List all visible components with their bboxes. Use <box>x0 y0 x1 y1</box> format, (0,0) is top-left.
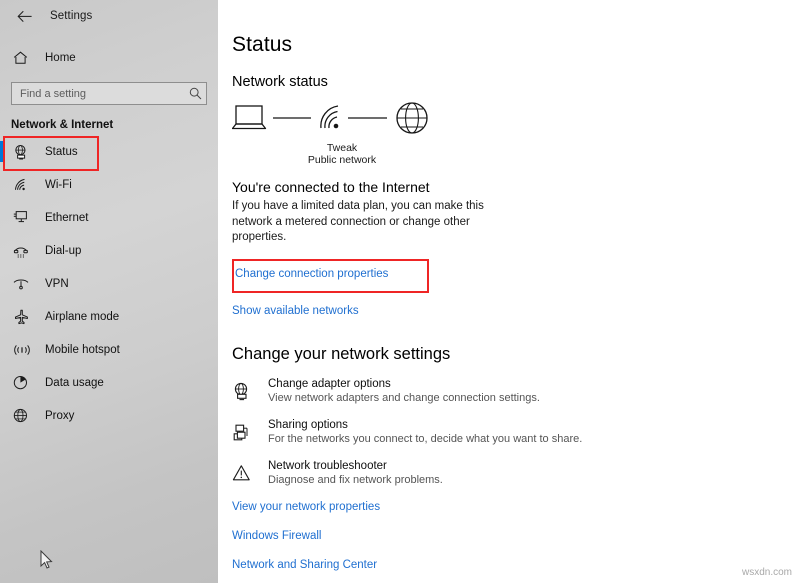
airplane-icon <box>13 307 33 327</box>
search-box[interactable] <box>11 82 207 105</box>
option-description: Diagnose and fix network problems. <box>268 474 443 486</box>
globe-icon <box>13 406 33 426</box>
search-input[interactable] <box>12 88 184 100</box>
option-change-adapter-options[interactable]: Change adapter options View network adap… <box>232 378 800 404</box>
sidebar-item-vpn-label: VPN <box>45 278 69 290</box>
sidebar-item-mobile-hotspot[interactable]: Mobile hotspot <box>0 333 218 366</box>
page-title: Status <box>232 33 800 57</box>
vpn-key-icon <box>13 274 33 294</box>
watermark: wsxdn.com <box>742 567 792 578</box>
sidebar-item-dialup-label: Dial-up <box>45 245 81 257</box>
network-status-heading: Network status <box>232 74 800 90</box>
change-connection-properties-link[interactable]: Change connection properties <box>235 268 388 280</box>
change-connection-properties-highlight: Change connection properties <box>232 259 425 289</box>
ethernet-monitor-icon <box>13 208 33 228</box>
sidebar-item-airplane-mode-label: Airplane mode <box>45 311 119 323</box>
option-sharing-options[interactable]: Sharing options For the networks you con… <box>232 419 800 445</box>
change-settings-heading: Change your network settings <box>232 345 800 364</box>
settings-window: Settings Home Network & Internet <box>0 0 800 583</box>
windows-firewall-link[interactable]: Windows Firewall <box>232 530 800 542</box>
sidebar-item-dialup[interactable]: Dial-up <box>0 234 218 267</box>
sidebar-item-airplane-mode[interactable]: Airplane mode <box>0 300 218 333</box>
status-globe-monitor-icon <box>13 142 33 162</box>
warning-triangle-icon <box>232 460 268 486</box>
sidebar-item-ethernet[interactable]: Ethernet <box>0 201 218 234</box>
dialup-phone-icon <box>13 241 33 261</box>
sharing-folders-icon <box>232 419 268 445</box>
adapter-globe-monitor-icon <box>232 378 268 404</box>
network-type: Public network <box>282 154 402 166</box>
title-bar: Settings <box>0 0 218 32</box>
pie-chart-icon <box>13 373 33 393</box>
sidebar-item-status[interactable]: Status <box>0 135 218 168</box>
network-options-list: Change adapter options View network adap… <box>232 378 800 486</box>
sidebar-item-data-usage-label: Data usage <box>45 377 104 389</box>
hotspot-broadcast-icon <box>13 340 33 360</box>
sidebar-nav-list: Status Wi-Fi <box>0 135 218 432</box>
option-title: Sharing options <box>268 419 582 431</box>
sidebar-item-ethernet-label: Ethernet <box>45 212 88 224</box>
network-diagram: Tweak Public network <box>232 102 442 162</box>
option-title: Change adapter options <box>268 378 540 390</box>
sidebar-item-mobile-hotspot-label: Mobile hotspot <box>45 344 120 356</box>
wifi-icon <box>13 175 33 195</box>
back-arrow-icon[interactable] <box>12 4 38 28</box>
connected-description: If you have a limited data plan, you can… <box>232 199 507 246</box>
sidebar-item-wifi[interactable]: Wi-Fi <box>0 168 218 201</box>
option-description: View network adapters and change connect… <box>268 392 540 404</box>
sidebar-item-wifi-label: Wi-Fi <box>45 179 72 191</box>
option-network-troubleshooter[interactable]: Network troubleshooter Diagnose and fix … <box>232 460 800 486</box>
sidebar-item-status-label: Status <box>45 146 78 158</box>
option-title: Network troubleshooter <box>268 460 443 472</box>
sidebar-item-data-usage[interactable]: Data usage <box>0 366 218 399</box>
sidebar: Settings Home Network & Internet <box>0 0 218 583</box>
sidebar-item-home-label: Home <box>45 52 76 64</box>
network-and-sharing-center-link[interactable]: Network and Sharing Center <box>232 559 800 571</box>
sidebar-item-home[interactable]: Home <box>0 44 218 72</box>
sidebar-item-vpn[interactable]: VPN <box>0 267 218 300</box>
connected-title: You're connected to the Internet <box>232 179 800 195</box>
window-title: Settings <box>50 10 92 22</box>
mouse-cursor <box>40 550 54 570</box>
search-icon[interactable] <box>184 87 206 100</box>
laptop-icon <box>233 106 266 129</box>
show-available-networks-link[interactable]: Show available networks <box>232 305 800 317</box>
sidebar-item-proxy-label: Proxy <box>45 410 74 422</box>
globe-icon <box>397 103 427 133</box>
sidebar-item-proxy[interactable]: Proxy <box>0 399 218 432</box>
wifi-signal-icon <box>321 106 338 128</box>
view-network-properties-link[interactable]: View your network properties <box>232 501 800 513</box>
main-content: Status Network status <box>218 0 800 583</box>
bottom-links: View your network properties Windows Fir… <box>232 501 800 583</box>
option-description: For the networks you connect to, decide … <box>268 433 582 445</box>
home-icon <box>13 49 33 67</box>
sidebar-category-heading: Network & Internet <box>11 119 218 131</box>
